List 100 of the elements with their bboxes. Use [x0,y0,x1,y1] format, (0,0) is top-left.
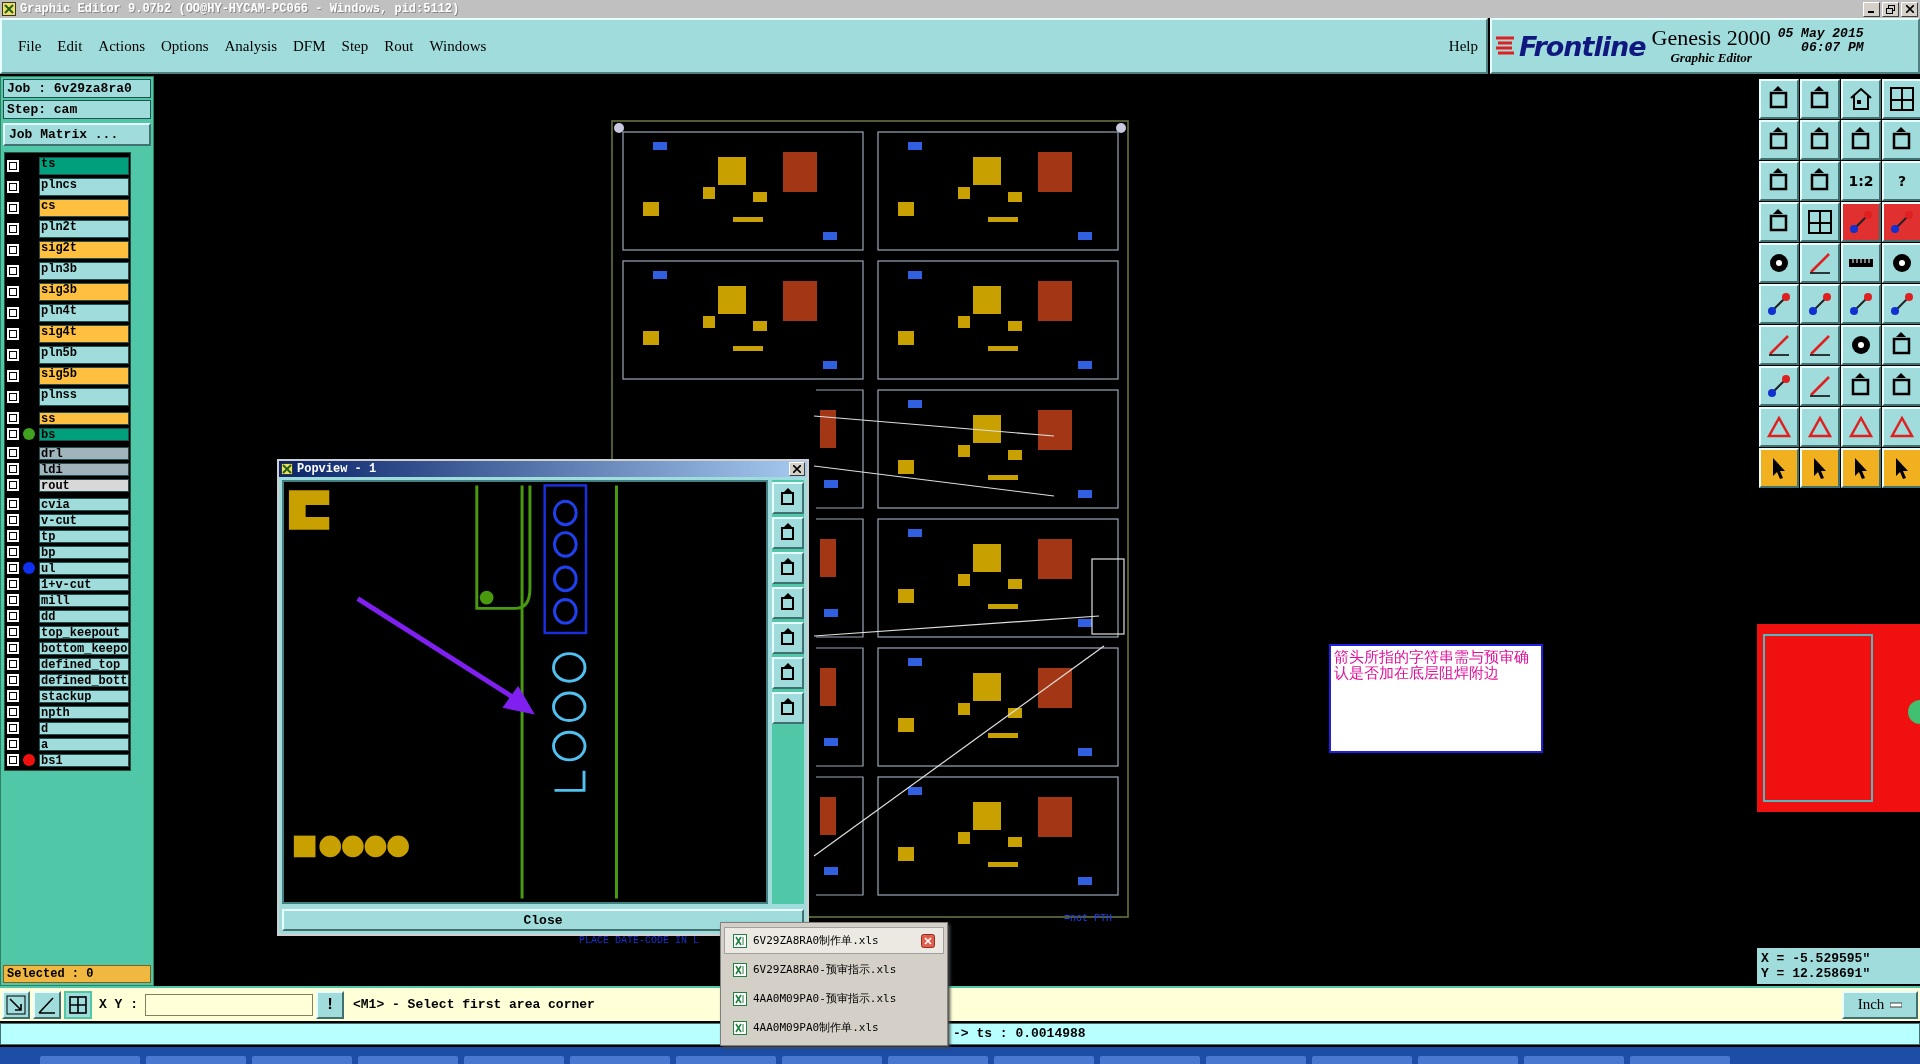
layer-name[interactable]: defined_top [39,657,129,671]
view-tool-button[interactable] [772,692,804,724]
layer-toggle[interactable] [7,610,19,622]
layer-toggle[interactable] [7,390,19,403]
close-icon[interactable] [921,933,935,948]
layer-toggle[interactable] [7,180,19,193]
toolbar-button[interactable] [1759,202,1799,242]
xy-input-field[interactable] [145,993,313,1016]
layer-name[interactable]: pln4t [39,303,129,322]
layer-name[interactable]: bs1 [39,753,129,767]
layer-name[interactable]: ss [39,411,129,425]
layer-name[interactable]: ldi [39,462,129,476]
layer-toggle[interactable] [7,159,19,172]
help-menu[interactable]: Help [1440,33,1486,59]
menu-item[interactable]: Rout [376,33,422,59]
toolbar-button[interactable] [1759,79,1799,119]
toolbar-button[interactable] [1841,284,1881,324]
toolbar-button[interactable] [1841,202,1881,242]
layer-name[interactable]: sig3b [39,282,129,301]
layer-name[interactable]: defined_bott [39,673,129,687]
toolbar-button[interactable] [1800,366,1840,406]
menu-item[interactable]: Analysis [216,33,286,59]
layer-name[interactable]: rout [39,478,129,492]
view-tool-button[interactable] [772,622,804,654]
layer-toggle[interactable] [7,738,19,750]
recent-file-item[interactable]: 6V29ZA8RA0制作单.xls [724,927,944,954]
layer-toggle[interactable] [7,722,19,734]
layer-toggle[interactable] [7,658,19,670]
layer-toggle[interactable] [7,642,19,654]
toolbar-button[interactable] [1841,79,1881,119]
layer-name[interactable]: sig2t [39,240,129,259]
layer-toggle[interactable] [7,201,19,214]
menu-item[interactable]: Step [333,33,377,59]
layer-name[interactable]: dd [39,609,129,623]
layer-name[interactable]: tp [39,529,129,543]
grid-snap-button[interactable] [64,990,92,1019]
toolbar-button[interactable] [1882,366,1920,406]
toolbar-button[interactable] [1800,79,1840,119]
layer-toggle[interactable] [7,514,19,526]
menu-item[interactable]: Actions [90,33,153,59]
layer-toggle[interactable] [7,412,19,424]
layer-toggle[interactable] [7,264,19,277]
toolbar-button[interactable] [1841,325,1881,365]
close-button[interactable] [789,462,805,476]
toolbar-button[interactable] [1800,243,1840,283]
layer-name[interactable]: bs [39,427,129,441]
menu-item[interactable]: Edit [49,33,91,59]
recent-file-item[interactable]: 6V29ZA8RA0-预审指示.xls [724,956,944,983]
layer-name[interactable]: pln3b [39,261,129,280]
toolbar-button[interactable]: ? [1882,161,1920,201]
recent-file-item[interactable]: 4AA0M09PA0制作单.xls [724,1014,944,1041]
view-tool-button[interactable] [772,552,804,584]
toolbar-button[interactable] [1800,325,1840,365]
toolbar-button[interactable]: 1:2 [1841,161,1881,201]
layer-toggle[interactable] [7,706,19,718]
toolbar-button[interactable] [1800,161,1840,201]
layer-name[interactable]: d [39,721,129,735]
layer-toggle[interactable] [7,530,19,542]
toolbar-button[interactable] [1800,448,1840,488]
view-tool-button[interactable] [772,517,804,549]
view-tool-button[interactable] [772,482,804,514]
layer-toggle[interactable] [7,463,19,475]
layer-name[interactable]: a [39,737,129,751]
view-tool-button[interactable] [772,657,804,689]
menu-item[interactable]: Options [153,33,217,59]
layer-toggle[interactable] [7,369,19,382]
toolbar-button[interactable] [1800,120,1840,160]
toolbar-button[interactable] [1759,366,1799,406]
layer-name[interactable]: top_keepout [39,625,129,639]
toolbar-button[interactable] [1882,243,1920,283]
units-dropdown[interactable]: Inch [1842,990,1918,1019]
layer-name[interactable]: v-cut [39,513,129,527]
toolbar-button[interactable] [1882,79,1920,119]
layer-toggle[interactable] [7,626,19,638]
layer-name[interactable]: stackup [39,689,129,703]
prompt-button[interactable]: ! [316,990,344,1019]
layer-toggle[interactable] [7,578,19,590]
layer-toggle[interactable] [7,327,19,340]
menu-item[interactable]: File [10,33,50,59]
toolbar-button[interactable] [1759,284,1799,324]
layer-name[interactable]: cs [39,198,129,217]
layer-toggle[interactable] [7,690,19,702]
layer-name[interactable]: bp [39,545,129,559]
toolbar-button[interactable] [1841,366,1881,406]
layer-name[interactable]: ul [39,561,129,575]
close-button[interactable] [1901,1,1918,17]
restore-button[interactable] [1882,1,1899,17]
toolbar-button[interactable] [1759,325,1799,365]
layer-toggle[interactable] [7,348,19,361]
layer-name[interactable]: plnss [39,387,129,406]
layer-name[interactable]: pln5b [39,345,129,364]
view-tool-button[interactable] [772,587,804,619]
toolbar-button[interactable] [1759,243,1799,283]
close-popview-button[interactable]: Close [282,909,804,931]
layer-name[interactable]: npth [39,705,129,719]
menu-item[interactable]: DFM [285,33,334,59]
toolbar-button[interactable] [1882,284,1920,324]
layer-name[interactable]: bottom_keepo [39,641,129,655]
layer-toggle[interactable] [7,754,19,766]
toolbar-button[interactable] [1841,120,1881,160]
